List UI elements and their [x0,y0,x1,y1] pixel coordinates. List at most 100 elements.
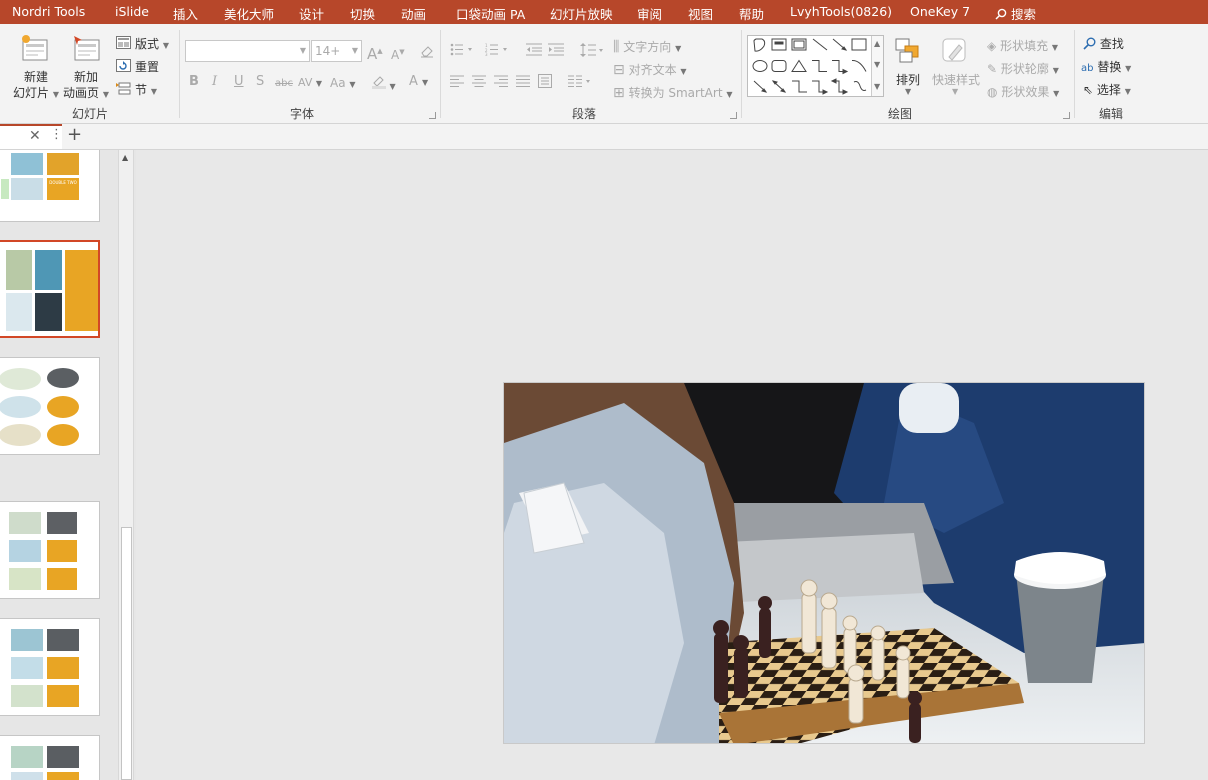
cursor-icon: ⇖ [1083,83,1094,97]
pen-icon: ✎ [987,62,998,76]
slide-thumbnail[interactable] [0,618,100,716]
align-text-button[interactable]: ⊟ 对齐文本 ▼ [613,63,687,79]
slide-thumbnail[interactable]: DOUBLE TWO [0,150,100,222]
font-size-combo[interactable]: 14+ ▼ [311,40,362,62]
new-tab-button[interactable]: + [67,124,82,145]
reset-label: 重置 [135,60,160,74]
underline-button[interactable]: U [234,75,244,89]
tab-meihua[interactable]: 美化大师 [224,4,274,23]
tab-onekey[interactable]: OneKey 7 [910,4,970,19]
numbering-button[interactable]: 123 [485,43,507,59]
group-divider [741,30,742,118]
highlight-color-button[interactable]: ▼ [371,74,396,94]
thumbnail-photo [35,293,62,331]
eraser-icon [421,46,433,58]
gallery-scroll[interactable]: ▲ ▼ ▼ [871,36,883,96]
thumbnail-photo [47,153,79,175]
select-button[interactable]: ⇖ 选择 ▼ [1083,83,1131,99]
quick-styles-button[interactable]: 快速样式 ▼ [931,35,981,99]
chevron-down-icon: ▼ [162,41,169,50]
slide-thumbnail[interactable] [0,357,100,455]
new-animation-page-button[interactable]: 新加 动画页 ▼ [62,32,112,100]
thumbnail-photo [65,250,98,331]
tab-pocket-animation[interactable]: 口袋动画 PA [456,4,525,23]
clear-format-button[interactable] [420,44,434,61]
gallery-down-icon[interactable]: ▼ [874,60,880,69]
font-name-combo[interactable]: ▼ [185,40,310,62]
bullets-button[interactable] [450,43,472,59]
text-direction-button[interactable]: ⫼ 文字方向 ▼ [613,40,681,56]
convert-smartart-button[interactable]: ⊞ 转换为 SmartArt ▼ [613,86,733,102]
tab-slideshow[interactable]: 幻灯片放映 [550,4,613,23]
document-tab-strip: ✕ ⋮ + [0,124,1208,150]
font-color-button[interactable]: A ▼ [409,75,428,90]
change-case-button[interactable]: Aa ▼ [330,76,356,92]
bold-button[interactable]: B [189,75,199,89]
tab-animations[interactable]: 动画 [401,4,426,23]
close-icon[interactable]: ✕ [29,128,41,144]
shape-effects-button[interactable]: ◍ 形状效果 ▼ [987,85,1059,101]
shapes-gallery[interactable]: ▲ ▼ ▼ [747,35,884,97]
scroll-up-icon[interactable]: ▲ [122,153,128,162]
tab-design[interactable]: 设计 [299,4,324,23]
columns-button[interactable] [568,75,592,90]
search-box[interactable]: 搜索 [995,4,1036,23]
arrange-button[interactable]: 排列 ▼ [892,35,926,99]
italic-button[interactable]: I [212,75,217,89]
distributed-icon [538,74,552,88]
tab-nordri-tools[interactable]: Nordri Tools [12,4,85,19]
tab-view[interactable]: 视图 [688,4,713,23]
chevron-down-icon: ▼ [150,87,157,96]
increase-indent-button[interactable] [548,43,564,59]
tab-lvyhtools[interactable]: LvyhTools(0826) [790,4,892,19]
slide-thumbnail[interactable] [0,735,100,780]
tab-review[interactable]: 审阅 [637,4,662,23]
thumbnail-photo [6,250,32,290]
shrink-font-button[interactable]: A▼ [391,45,405,62]
thumbnail-photo [47,629,79,651]
thumbnail-scrollbar[interactable]: ▲ [118,150,134,780]
chevron-down-icon: ▼ [52,90,59,99]
dialog-launcher-icon[interactable] [730,112,737,119]
shape-fill-button[interactable]: ◈ 形状填充 ▼ [987,39,1058,55]
shape-outline-button[interactable]: ✎ 形状轮廓 ▼ [987,62,1059,78]
quick-styles-label: 快速样式 [932,73,981,87]
find-button[interactable]: 查找 [1083,37,1124,51]
gallery-up-icon[interactable]: ▲ [874,39,880,48]
thumbnail-photo [47,368,79,388]
strikethrough-button[interactable]: abc [275,77,293,91]
paragraph-group-label: 段落 [572,107,597,121]
group-divider [440,30,441,118]
align-left-icon [450,75,464,87]
dialog-launcher-icon[interactable] [1063,112,1070,119]
more-options-icon[interactable]: ⋮ [50,127,63,142]
replace-button[interactable]: ab 替换 ▼ [1081,60,1131,76]
document-tab[interactable]: ✕ ⋮ [0,124,63,149]
thumbnail-title: DOUBLE TWO [47,178,79,200]
char-spacing-button[interactable]: AV ▼ [298,76,322,91]
slide-thumbnail-selected[interactable] [0,240,100,338]
slide-thumbnail[interactable] [0,501,100,599]
font-size-value: 14+ [315,44,341,58]
decrease-indent-button[interactable] [526,43,542,59]
justify-button[interactable] [516,75,530,90]
distributed-button[interactable] [538,74,552,91]
align-center-button[interactable] [472,75,486,90]
grow-font-button[interactable]: A▲ [367,44,383,62]
dialog-launcher-icon[interactable] [429,112,436,119]
tab-transitions[interactable]: 切换 [350,4,375,23]
new-animation-page-icon [74,36,100,61]
line-spacing-button[interactable] [580,43,604,60]
effects-icon: ◍ [987,85,998,99]
text-shadow-button[interactable]: S [256,75,264,89]
tab-insert[interactable]: 插入 [173,4,198,23]
gallery-more-icon[interactable]: ▼ [874,82,880,91]
thumbnail-photo [47,424,79,446]
chess-photo[interactable] [503,382,1145,744]
align-left-button[interactable] [450,75,464,90]
tab-islide[interactable]: iSlide [115,4,149,19]
scrollbar-thumb[interactable] [121,527,132,780]
new-slide-button[interactable]: 新建 幻灯片 ▼ [10,32,60,100]
tab-help[interactable]: 帮助 [739,4,764,23]
align-right-button[interactable] [494,75,508,90]
